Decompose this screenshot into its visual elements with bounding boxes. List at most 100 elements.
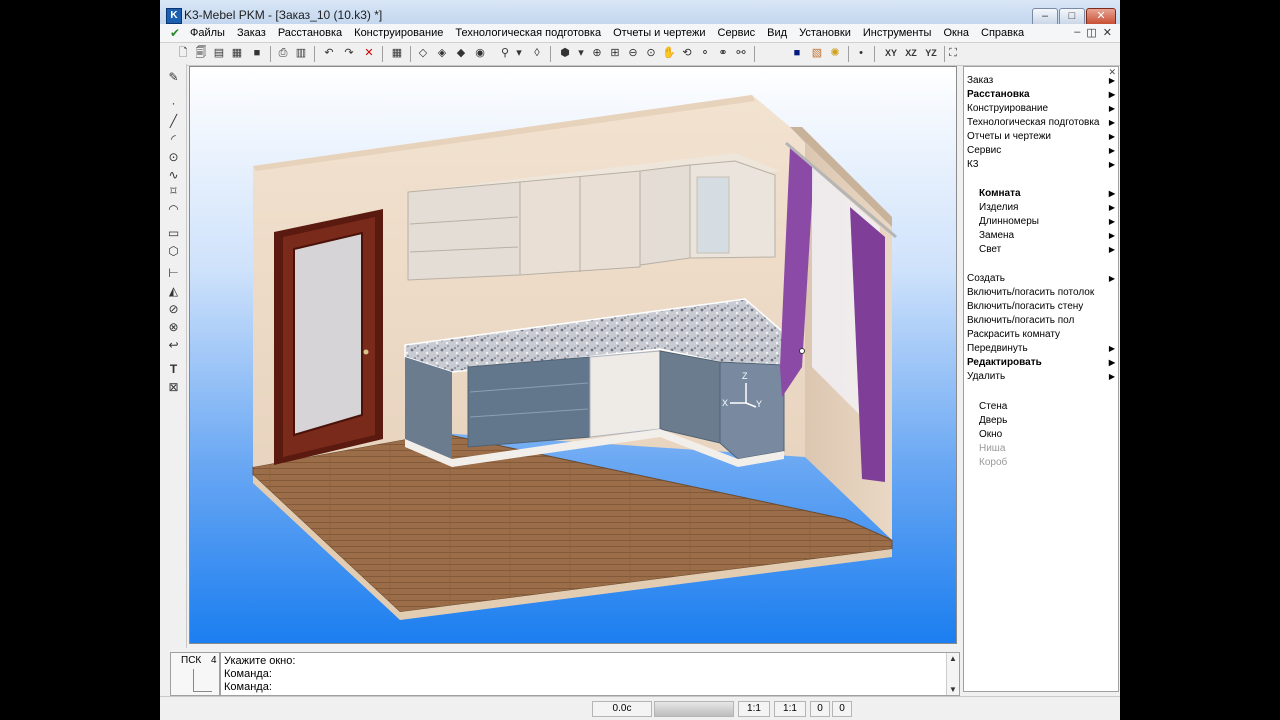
- block-icon[interactable]: ⊗: [166, 320, 181, 335]
- section-icon[interactable]: ◊: [530, 46, 544, 60]
- panel-item-products[interactable]: Изделия ▶: [979, 202, 1115, 214]
- box-shade-icon[interactable]: ◆: [454, 46, 468, 60]
- zoom-out-icon[interactable]: ⊖: [626, 46, 640, 60]
- open-icon[interactable]: 🗐: [194, 46, 208, 60]
- menu-service[interactable]: Сервис: [712, 26, 762, 40]
- panel-item-edit[interactable]: Редактировать ▶: [967, 357, 1115, 369]
- grid-icon[interactable]: ▦: [390, 46, 404, 60]
- undo-icon[interactable]: ↶: [322, 46, 336, 60]
- panel-item-toggle-ceiling[interactable]: Включить/погасить потолок: [967, 287, 1115, 299]
- mdi-restore-button[interactable]: ◫: [1086, 26, 1096, 39]
- menu-design[interactable]: Конструирование: [348, 26, 449, 40]
- light-icon[interactable]: ✺: [828, 46, 842, 60]
- panel-item-arrangement[interactable]: Расстановка ▶: [967, 89, 1115, 101]
- pencil-icon[interactable]: ✎: [166, 70, 181, 85]
- mdi-close-button[interactable]: ✕: [1103, 26, 1112, 39]
- print-icon[interactable]: ⎙: [276, 46, 290, 60]
- hatch-icon[interactable]: ⊘: [166, 302, 181, 317]
- command-input[interactable]: Команда:: [224, 681, 272, 694]
- view-3d-icon[interactable]: ⬢: [558, 46, 572, 60]
- zoom-all-icon[interactable]: ⊙: [644, 46, 658, 60]
- panel-item-toggle-wall[interactable]: Включить/погасить стену: [967, 301, 1115, 313]
- panel-item-label: Длинномеры: [979, 216, 1039, 227]
- menu-help[interactable]: Справка: [975, 26, 1030, 40]
- view-xz-button[interactable]: XZ: [902, 46, 920, 60]
- zoom-extents-icon[interactable]: ⚯: [734, 46, 748, 60]
- measure-icon[interactable]: ◭: [166, 284, 181, 299]
- panel-item-room[interactable]: Комната ▶: [979, 188, 1115, 200]
- menu-reports[interactable]: Отчеты и чертежи: [607, 26, 711, 40]
- panel-item-delete[interactable]: Удалить ▶: [967, 371, 1115, 383]
- menu-settings[interactable]: Установки: [793, 26, 857, 40]
- menu-arrangement[interactable]: Расстановка: [272, 26, 348, 40]
- text-icon[interactable]: T: [166, 362, 181, 377]
- print-preview-icon[interactable]: ▥: [294, 46, 308, 60]
- command-line[interactable]: Укажите окно: Команда: Команда: ▲ ▼: [220, 652, 960, 696]
- filter-dropdown-icon[interactable]: ▾: [512, 46, 526, 60]
- mdi-minimize-button[interactable]: –: [1074, 26, 1080, 39]
- zoom-in-icon[interactable]: ⊕: [590, 46, 604, 60]
- rectangle-icon[interactable]: ▭: [166, 226, 181, 241]
- spline-icon[interactable]: ∿: [166, 168, 181, 183]
- panel-item-k3[interactable]: К3 ▶: [967, 159, 1115, 171]
- save-as-icon[interactable]: ▦: [230, 46, 244, 60]
- fit-screen-icon[interactable]: ⛶: [946, 46, 960, 60]
- view-xy-button[interactable]: XY: [882, 46, 900, 60]
- view-yz-button[interactable]: YZ: [922, 46, 940, 60]
- close-doc-icon[interactable]: ■: [250, 46, 264, 60]
- zoom-prev-icon[interactable]: ⚭: [716, 46, 730, 60]
- color-icon[interactable]: ■: [790, 46, 804, 60]
- toolbar-separator: [314, 46, 315, 62]
- box-texture-icon[interactable]: ◉: [473, 46, 487, 60]
- menu-file[interactable]: Файлы: [184, 26, 231, 40]
- panel-item-reports[interactable]: Отчеты и чертежи ▶: [967, 131, 1115, 143]
- panel-item-light[interactable]: Свет ▶: [979, 244, 1115, 256]
- panel-item-window[interactable]: Окно: [979, 429, 1115, 441]
- save-icon[interactable]: ▤: [212, 46, 226, 60]
- dimension-icon[interactable]: ⊢: [166, 266, 181, 281]
- 3d-viewport[interactable]: Z X Y: [189, 66, 957, 644]
- rotate-icon[interactable]: ⟲: [680, 46, 694, 60]
- panel-item-paint-room[interactable]: Раскрасить комнату: [967, 329, 1115, 341]
- panel-item-service[interactable]: Сервис ▶: [967, 145, 1115, 157]
- panel-item-order[interactable]: Заказ ▶: [967, 75, 1115, 87]
- circle-icon[interactable]: ⊙: [166, 150, 181, 165]
- zoom-realtime-icon[interactable]: ⚬: [698, 46, 712, 60]
- menu-order[interactable]: Заказ: [231, 26, 272, 40]
- zoom-window-icon[interactable]: ⊞: [608, 46, 622, 60]
- delete-icon[interactable]: ✕: [362, 46, 376, 60]
- polygon-icon[interactable]: ⌑: [166, 184, 181, 199]
- pan-icon[interactable]: ✋: [662, 46, 676, 60]
- view-dropdown-icon[interactable]: ▾: [574, 46, 588, 60]
- panel-item-door[interactable]: Дверь: [979, 415, 1115, 427]
- panel-item-design[interactable]: Конструирование ▶: [967, 103, 1115, 115]
- panel-item-tech-prep[interactable]: Технологическая подготовка ▶: [967, 117, 1115, 129]
- panel-item-toggle-floor[interactable]: Включить/погасить пол: [967, 315, 1115, 327]
- scroll-up-icon[interactable]: ▲: [949, 654, 957, 663]
- menu-tech-prep[interactable]: Технологическая подготовка: [449, 26, 607, 40]
- path-icon[interactable]: ↩: [166, 338, 181, 353]
- point-icon[interactable]: ·: [166, 96, 181, 111]
- point-icon[interactable]: •: [854, 46, 868, 60]
- texture-icon[interactable]: ▧: [810, 46, 824, 60]
- panel-item-long-items[interactable]: Длинномеры ▶: [979, 216, 1115, 228]
- box-wire-icon[interactable]: ◇: [416, 46, 430, 60]
- panel-item-replace[interactable]: Замена ▶: [979, 230, 1115, 242]
- panel-item-create[interactable]: Создать ▶: [967, 273, 1115, 285]
- box-hidden-icon[interactable]: ◈: [435, 46, 449, 60]
- arc-icon[interactable]: ◜: [166, 132, 181, 147]
- curve-icon[interactable]: ◠: [166, 202, 181, 217]
- filter-icon[interactable]: ⚲: [498, 46, 512, 60]
- redo-icon[interactable]: ↷: [342, 46, 356, 60]
- line-icon[interactable]: ╱: [166, 114, 181, 129]
- panel-item-wall[interactable]: Стена: [979, 401, 1115, 413]
- menu-windows[interactable]: Окна: [937, 26, 975, 40]
- menu-view[interactable]: Вид: [761, 26, 793, 40]
- menu-tools[interactable]: Инструменты: [857, 26, 938, 40]
- panel-item-move[interactable]: Передвинуть ▶: [967, 343, 1115, 355]
- command-scrollbar[interactable]: ▲ ▼: [946, 653, 959, 695]
- hexagon-icon[interactable]: ⬡: [166, 244, 181, 259]
- frame-icon[interactable]: ⊠: [166, 380, 181, 395]
- scroll-down-icon[interactable]: ▼: [949, 685, 957, 694]
- new-file-icon[interactable]: 🗋: [176, 46, 190, 60]
